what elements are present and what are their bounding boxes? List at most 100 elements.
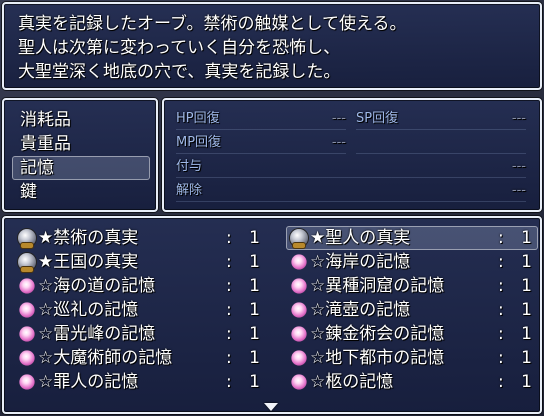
stat-label: SP回復 [356,111,399,126]
item-name: ★王国の真実 [38,252,139,272]
memory-icon [291,302,307,318]
item-count: 1 [249,372,260,392]
stat-label: HP回復 [176,111,220,126]
category-label: 消耗品 [20,110,71,130]
item-separator: : [498,348,504,368]
memory-icon [19,302,35,318]
item-separator: : [226,228,232,248]
item-count: 1 [521,252,532,272]
divider [356,129,526,130]
category-label: 鍵 [20,182,37,202]
item-row[interactable]: ★王国の真実:1 [14,250,266,274]
stat-hp-recovery: HP回復 --- [176,108,346,130]
item-count: 1 [249,252,260,272]
item-row[interactable]: ☆罪人の記憶:1 [14,370,266,394]
item-count: 1 [249,228,260,248]
item-row[interactable]: ☆柩の記憶:1 [286,370,538,394]
item-name: ☆雷光峰の記憶 [38,324,156,344]
item-name: ☆大魔術師の記憶 [38,348,173,368]
item-separator: : [498,324,504,344]
stat-value: --- [511,183,526,198]
item-count: 1 [249,348,260,368]
divider [356,153,526,154]
item-name: ★禁術の真実 [38,228,139,248]
memory-icon [291,254,307,270]
stat-label: MP回復 [176,135,222,150]
item-separator: : [498,276,504,296]
item-count: 1 [521,276,532,296]
item-row[interactable]: ☆滝壺の記憶:1 [286,298,538,322]
category-memories[interactable]: 記憶 [12,156,150,180]
item-count: 1 [521,228,532,248]
help-line-1: 真実を記録したオーブ。禁術の触媒として使える。 [18,14,407,34]
item-count: 1 [521,300,532,320]
stat-label: 解除 [176,183,203,198]
divider [176,153,346,154]
stat-cure: 解除 --- [176,180,526,202]
scroll-down-arrow-icon[interactable] [264,403,278,411]
item-count: 1 [521,372,532,392]
item-name: ☆柩の記憶 [310,372,394,392]
memory-icon [291,278,307,294]
help-window: 真実を記録したオーブ。禁術の触媒として使える。 聖人は次第に変わっていく自分を恐… [2,2,542,90]
stat-value: --- [511,159,526,174]
item-row[interactable]: ☆海岸の記憶:1 [286,250,538,274]
item-name: ☆海岸の記憶 [310,252,411,272]
item-count: 1 [249,300,260,320]
stat-label: 付与 [176,159,203,174]
stat-value: --- [511,111,526,126]
item-name: ☆海の道の記憶 [38,276,156,296]
item-separator: : [226,372,232,392]
item-count: 1 [521,348,532,368]
orb-icon [18,253,36,272]
stat-buff: 付与 --- [176,156,526,178]
item-count: 1 [249,324,260,344]
category-window: 消耗品 貴重品 記憶 鍵 [2,98,158,212]
orb-icon [18,229,36,248]
item-separator: : [498,228,504,248]
item-separator: : [498,252,504,272]
stat-value: --- [331,111,346,126]
item-row[interactable]: ☆錬金術会の記憶:1 [286,322,538,346]
category-consumables[interactable]: 消耗品 [12,108,150,132]
category-label: 貴重品 [20,134,71,154]
item-row[interactable]: ☆大魔術師の記憶:1 [14,346,266,370]
item-count: 1 [521,324,532,344]
orb-icon [290,229,308,248]
item-row[interactable]: ☆巡礼の記憶:1 [14,298,266,322]
item-name: ☆異種洞窟の記憶 [310,276,445,296]
divider [176,177,526,178]
item-row[interactable]: ★聖人の真実:1 [286,226,538,250]
memory-icon [19,278,35,294]
memory-icon [291,326,307,342]
item-name: ★聖人の真実 [310,228,411,248]
item-name: ☆錬金術会の記憶 [310,324,445,344]
stat-mp-recovery: MP回復 --- [176,132,346,154]
item-count: 1 [249,276,260,296]
help-line-2: 聖人は次第に変わっていく自分を恐怖し、 [18,38,341,58]
item-row[interactable]: ☆地下都市の記憶:1 [286,346,538,370]
help-line-3: 大聖堂深く地底の穴で、真実を記録した。 [18,62,341,82]
memory-icon [291,374,307,390]
stat-empty [356,132,526,154]
memory-icon [19,374,35,390]
category-keys[interactable]: 鍵 [12,180,150,204]
memory-icon [291,350,307,366]
item-separator: : [226,324,232,344]
item-row[interactable]: ☆海の道の記憶:1 [14,274,266,298]
item-row[interactable]: ☆異種洞窟の記憶:1 [286,274,538,298]
stat-value: --- [331,135,346,150]
memory-icon [19,326,35,342]
item-separator: : [226,276,232,296]
item-separator: : [498,372,504,392]
item-row[interactable]: ☆雷光峰の記憶:1 [14,322,266,346]
category-label: 記憶 [20,158,54,178]
item-separator: : [498,300,504,320]
stat-sp-recovery: SP回復 --- [356,108,526,130]
item-name: ☆罪人の記憶 [38,372,139,392]
item-row[interactable]: ★禁術の真実:1 [14,226,266,250]
item-name: ☆巡礼の記憶 [38,300,139,320]
item-name: ☆地下都市の記憶 [310,348,445,368]
category-valuables[interactable]: 貴重品 [12,132,150,156]
item-list-window: ★禁術の真実:1 ★聖人の真実:1 ★王国の真実:1 ☆海岸の記憶:1 ☆海の道の記憶:… [2,216,542,414]
